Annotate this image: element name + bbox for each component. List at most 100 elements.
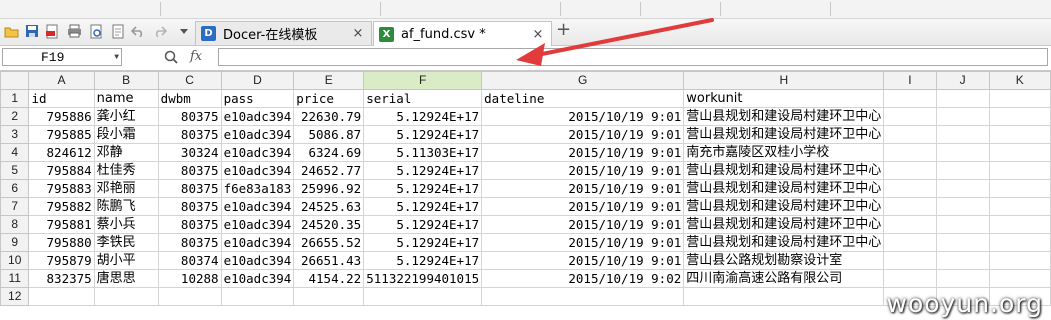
- table-cell[interactable]: 2015/10/19 9:01: [481, 233, 685, 252]
- table-cell[interactable]: [988, 89, 1051, 108]
- column-header[interactable]: D: [220, 71, 295, 90]
- table-cell[interactable]: pass: [220, 89, 295, 108]
- table-cell[interactable]: e10adc394: [220, 251, 295, 270]
- column-header[interactable]: H: [683, 71, 885, 90]
- select-all-corner[interactable]: [0, 71, 30, 90]
- table-cell[interactable]: 5.12924E+17: [363, 233, 483, 252]
- table-cell[interactable]: [988, 143, 1051, 162]
- table-cell[interactable]: [293, 287, 365, 306]
- table-cell[interactable]: [883, 107, 937, 126]
- table-cell[interactable]: [935, 125, 990, 144]
- column-header[interactable]: K: [988, 71, 1051, 90]
- table-cell[interactable]: 5.11303E+17: [363, 143, 483, 162]
- table-cell[interactable]: 2015/10/19 9:01: [481, 143, 685, 162]
- table-cell[interactable]: 杜佳秀: [93, 161, 159, 180]
- table-cell[interactable]: 5.12924E+17: [363, 197, 483, 216]
- close-icon[interactable]: ×: [531, 27, 545, 42]
- table-cell[interactable]: 80375: [157, 233, 222, 252]
- table-cell[interactable]: e10adc394: [220, 215, 295, 234]
- table-cell[interactable]: 80375: [157, 179, 222, 198]
- redo-icon[interactable]: [152, 23, 168, 39]
- table-cell[interactable]: serial: [363, 89, 483, 108]
- table-cell[interactable]: [93, 287, 159, 306]
- table-cell[interactable]: 2015/10/19 9:01: [481, 161, 685, 180]
- table-cell[interactable]: 邓艳丽: [93, 179, 159, 198]
- table-cell[interactable]: 龚小红: [93, 107, 159, 126]
- table-cell[interactable]: 5.12924E+17: [363, 161, 483, 180]
- table-cell[interactable]: 营山县规划和建设局村建环卫中心: [683, 161, 885, 180]
- print-icon[interactable]: [66, 23, 82, 39]
- table-cell[interactable]: price: [293, 89, 365, 108]
- zoom-icon[interactable]: [164, 50, 178, 68]
- formula-input[interactable]: [218, 48, 1048, 66]
- table-cell[interactable]: [935, 179, 990, 198]
- table-cell[interactable]: [988, 251, 1051, 270]
- table-cell[interactable]: 营山县规划和建设局村建环卫中心: [683, 197, 885, 216]
- row-header[interactable]: 8: [0, 215, 30, 234]
- table-cell[interactable]: 80375: [157, 125, 222, 144]
- column-header[interactable]: J: [935, 71, 990, 90]
- table-cell[interactable]: 4154.22: [293, 269, 365, 288]
- table-cell[interactable]: [883, 179, 937, 198]
- table-cell[interactable]: 24652.77: [293, 161, 365, 180]
- table-cell[interactable]: [883, 143, 937, 162]
- table-cell[interactable]: 795883: [28, 179, 95, 198]
- row-header[interactable]: 5: [0, 161, 30, 180]
- column-header[interactable]: C: [157, 71, 222, 90]
- table-cell[interactable]: [883, 215, 937, 234]
- table-cell[interactable]: id: [28, 89, 95, 108]
- table-cell[interactable]: [481, 287, 685, 306]
- table-cell[interactable]: 6324.69: [293, 143, 365, 162]
- table-cell[interactable]: [883, 89, 937, 108]
- table-cell[interactable]: e10adc394: [220, 107, 295, 126]
- table-cell[interactable]: [988, 161, 1051, 180]
- table-cell[interactable]: 22630.79: [293, 107, 365, 126]
- table-cell[interactable]: 795880: [28, 233, 95, 252]
- table-cell[interactable]: 795884: [28, 161, 95, 180]
- table-cell[interactable]: 2015/10/19 9:01: [481, 107, 685, 126]
- table-cell[interactable]: [988, 233, 1051, 252]
- table-cell[interactable]: [883, 125, 937, 144]
- table-cell[interactable]: [988, 125, 1051, 144]
- table-cell[interactable]: [883, 251, 937, 270]
- table-cell[interactable]: 2015/10/19 9:02: [481, 269, 685, 288]
- table-cell[interactable]: [683, 287, 885, 306]
- chevron-down-icon[interactable]: ▼: [114, 49, 119, 67]
- table-cell[interactable]: 蔡小兵: [93, 215, 159, 234]
- table-cell[interactable]: 2015/10/19 9:01: [481, 125, 685, 144]
- open-folder-icon[interactable]: [3, 23, 19, 39]
- row-header[interactable]: 7: [0, 197, 30, 216]
- table-cell[interactable]: 营山县公路规划勘察设计室: [683, 251, 885, 270]
- spreadsheet-grid[interactable]: A B C D E F G H I J K 1 id name dwbm pass pri…: [0, 71, 1051, 306]
- save-icon[interactable]: [24, 23, 40, 39]
- table-cell[interactable]: e10adc394: [220, 269, 295, 288]
- table-cell[interactable]: 10288: [157, 269, 222, 288]
- table-cell[interactable]: 511322199401015: [363, 269, 483, 288]
- table-cell[interactable]: e10adc394: [220, 143, 295, 162]
- table-cell[interactable]: [935, 251, 990, 270]
- table-cell[interactable]: 24520.35: [293, 215, 365, 234]
- table-cell[interactable]: 唐思思: [93, 269, 159, 288]
- new-tab-button[interactable]: +: [556, 19, 571, 40]
- table-cell[interactable]: dwbm: [157, 89, 222, 108]
- table-cell[interactable]: [935, 107, 990, 126]
- table-cell[interactable]: 营山县规划和建设局村建环卫中心: [683, 233, 885, 252]
- table-cell[interactable]: 2015/10/19 9:01: [481, 251, 685, 270]
- table-cell[interactable]: e10adc394: [220, 125, 295, 144]
- table-cell[interactable]: 胡小平: [93, 251, 159, 270]
- table-cell[interactable]: e10adc394: [220, 161, 295, 180]
- tab-docer[interactable]: D Docer-在线模板 ×: [195, 21, 372, 45]
- table-cell[interactable]: [935, 89, 990, 108]
- row-header[interactable]: 6: [0, 179, 30, 198]
- row-header[interactable]: 11: [0, 269, 30, 288]
- table-cell[interactable]: workunit: [683, 89, 885, 108]
- table-cell[interactable]: 2015/10/19 9:01: [481, 215, 685, 234]
- table-cell[interactable]: e10adc394: [220, 233, 295, 252]
- table-cell[interactable]: [935, 197, 990, 216]
- table-cell[interactable]: 795886: [28, 107, 95, 126]
- table-cell[interactable]: 80375: [157, 215, 222, 234]
- table-cell[interactable]: [883, 269, 937, 288]
- table-cell[interactable]: 80374: [157, 251, 222, 270]
- undo-icon[interactable]: [130, 23, 146, 39]
- column-header[interactable]: E: [293, 71, 365, 90]
